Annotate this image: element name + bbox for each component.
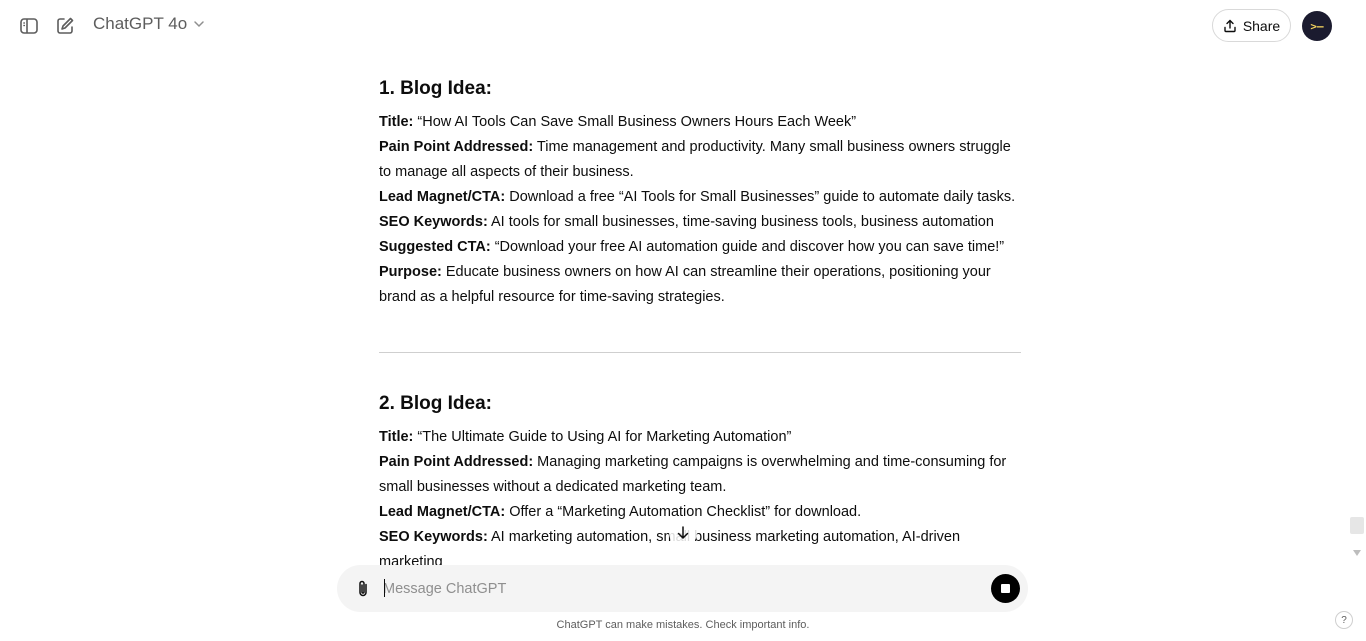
blog-idea-2: 2. Blog Idea: Title: “The Ultimate Guide…: [379, 391, 1021, 565]
field-label: Lead Magnet/CTA:: [379, 189, 506, 205]
blog-idea-1: 1. Blog Idea: Title: “How AI Tools Can S…: [379, 76, 1021, 310]
idea-field: Title: “The Ultimate Guide to Using AI f…: [379, 425, 1021, 450]
message-input[interactable]: [383, 575, 973, 602]
stop-generating-button[interactable]: [991, 574, 1020, 603]
field-label: Title:: [379, 114, 414, 130]
field-label: Pain Point Addressed:: [379, 139, 534, 155]
caret-down-icon: [1353, 550, 1361, 556]
field-label: Pain Point Addressed:: [379, 454, 534, 470]
scrollbar-thumb[interactable]: [1350, 517, 1364, 534]
avatar-text: >–: [1310, 19, 1324, 33]
idea-field: SEO Keywords: AI marketing automation, s…: [379, 525, 1021, 565]
field-label: SEO Keywords:: [379, 214, 488, 230]
field-value: Offer a “Marketing Automation Checklist”…: [505, 504, 862, 520]
field-label: Purpose:: [379, 264, 442, 280]
field-value: “Download your free AI automation guide …: [490, 239, 1005, 255]
scroll-to-bottom-button[interactable]: [669, 519, 697, 547]
field-value: “The Ultimate Guide to Using AI for Mark…: [413, 429, 792, 445]
field-value: “How AI Tools Can Save Small Business Ow…: [413, 114, 857, 130]
chevron-down-icon: [194, 21, 204, 28]
idea-field: Suggested CTA: “Download your free AI au…: [379, 235, 1021, 260]
attach-button[interactable]: [353, 578, 373, 600]
field-label: Lead Magnet/CTA:: [379, 504, 506, 520]
top-bar: ChatGPT 4o Share >–: [0, 0, 1366, 52]
idea-field: Lead Magnet/CTA: Offer a “Marketing Auto…: [379, 500, 1021, 525]
field-value: AI tools for small businesses, time-savi…: [487, 214, 994, 230]
field-label: Title:: [379, 429, 414, 445]
idea-heading: 1. Blog Idea:: [379, 78, 492, 99]
paperclip-icon: [359, 580, 367, 597]
help-button[interactable]: ?: [1335, 611, 1353, 629]
text-caret: [384, 579, 385, 597]
upload-icon: [1224, 19, 1236, 32]
edit-icon: [57, 17, 74, 34]
conversation-content: 1. Blog Idea: Title: “How AI Tools Can S…: [379, 60, 1021, 565]
idea-field: Title: “How AI Tools Can Save Small Busi…: [379, 110, 1021, 135]
field-label: Suggested CTA:: [379, 239, 491, 255]
disclaimer-text: ChatGPT can make mistakes. Check importa…: [556, 619, 810, 631]
model-selector[interactable]: ChatGPT 4o: [93, 14, 205, 34]
field-label: SEO Keywords:: [379, 529, 488, 545]
model-name: ChatGPT 4o: [93, 14, 188, 33]
scrollbar-down-arrow[interactable]: [1351, 548, 1363, 558]
share-label: Share: [1242, 17, 1281, 34]
idea-field: Pain Point Addressed: Managing marketing…: [379, 450, 1021, 500]
idea-field: Lead Magnet/CTA: Download a free “AI Too…: [379, 185, 1021, 210]
section-divider: [379, 352, 1021, 353]
message-composer: [337, 565, 1028, 612]
idea-heading: 2. Blog Idea:: [379, 393, 492, 414]
idea-field: Purpose: Educate business owners on how …: [379, 260, 1021, 310]
user-avatar[interactable]: >–: [1302, 11, 1332, 41]
idea-field: SEO Keywords: AI tools for small busines…: [379, 210, 1021, 235]
sidebar-icon: [20, 18, 38, 34]
share-button[interactable]: Share: [1212, 9, 1291, 42]
field-value: Educate business owners on how AI can st…: [379, 264, 991, 305]
new-chat-button[interactable]: [52, 13, 78, 39]
arrow-down-icon: [677, 526, 689, 539]
sidebar-toggle-button[interactable]: [16, 13, 42, 39]
idea-field: Pain Point Addressed: Time management an…: [379, 135, 1021, 185]
field-value: Download a free “AI Tools for Small Busi…: [505, 189, 1016, 205]
stop-icon: [1001, 584, 1010, 593]
